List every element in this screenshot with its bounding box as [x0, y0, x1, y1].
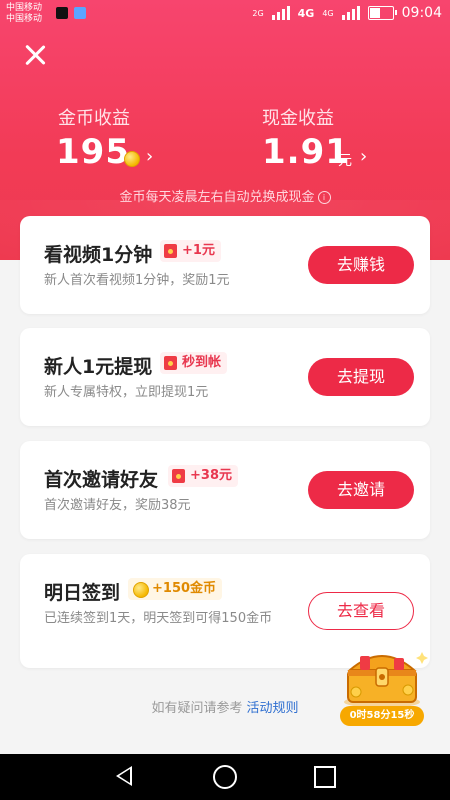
coin-icon [133, 582, 149, 598]
treasure-chest-icon [344, 652, 428, 708]
chest-countdown: 0时58分15秒 [340, 706, 424, 726]
coins-chevron-icon[interactable]: › [146, 146, 153, 167]
carrier-info: 中国移动 中国移动 [6, 3, 42, 25]
status-bar: 中国移动 中国移动 2G 4G 4G 09:04 [0, 0, 450, 30]
task-subtitle: 首次邀请好友，奖励38元 [44, 498, 191, 513]
cash-value[interactable]: 1.91 [262, 132, 350, 172]
task-subtitle: 新人专属特权，立即提现1元 [44, 385, 209, 400]
reward-tag: +150金币 [128, 578, 223, 600]
network-4g-small: 4G [322, 8, 334, 18]
home-icon[interactable] [213, 765, 237, 789]
rules-link[interactable]: 活动规则 [247, 701, 299, 716]
network-2g: 2G [252, 8, 264, 18]
cash-unit: 元 [338, 153, 352, 169]
earn-button[interactable]: 去赚钱 [308, 246, 414, 284]
system-navbar [0, 754, 450, 800]
reward-tag-text: +1元 [182, 243, 215, 258]
reward-tag-text: +38元 [190, 468, 232, 483]
red-envelope-icon [164, 356, 177, 370]
task-card-watch-video: 看视频1分钟 +1元 新人首次看视频1分钟，奖励1元 去赚钱 [20, 216, 430, 314]
clock-time: 09:04 [401, 5, 442, 21]
coins-value[interactable]: 195 [56, 132, 130, 172]
view-button[interactable]: 去查看 [308, 592, 414, 630]
help-text: 如有疑问请参考 [151, 701, 243, 716]
task-title: 新人1元提现 [44, 356, 153, 378]
recent-apps-icon[interactable] [314, 766, 336, 788]
cash-label: 现金收益 [262, 108, 334, 129]
carrier-2: 中国移动 [6, 14, 43, 24]
task-card-withdraw: 新人1元提现 秒到帐 新人专属特权，立即提现1元 去提现 [20, 328, 430, 426]
task-card-invite: 首次邀请好友 +38元 首次邀请好友，奖励38元 去邀请 [20, 441, 430, 539]
info-icon[interactable]: i [317, 191, 331, 204]
task-subtitle: 新人首次看视频1分钟，奖励1元 [44, 273, 230, 288]
signal-icon-2 [341, 6, 360, 20]
red-envelope-icon [164, 244, 177, 258]
reward-tag-text: 秒到帐 [182, 355, 222, 370]
coins-label: 金币收益 [58, 108, 130, 129]
task-title: 看视频1分钟 [44, 244, 153, 266]
tiktok-icon [56, 7, 68, 19]
task-title: 明日签到 [44, 582, 121, 604]
network-4g: 4G [297, 6, 315, 20]
task-subtitle: 已连续签到1天，明天签到可得150金币 [44, 611, 273, 626]
reward-tag: +38元 [168, 465, 238, 487]
withdraw-button[interactable]: 去提现 [308, 358, 414, 396]
back-icon[interactable] [116, 766, 132, 786]
notification-icons [56, 7, 86, 19]
signal-icon [271, 6, 290, 20]
close-icon[interactable] [20, 40, 50, 70]
exchange-note-text: 金币每天凌晨左右自动兑换成现金 [119, 190, 315, 205]
invite-button[interactable]: 去邀请 [308, 471, 414, 509]
coin-icon [124, 151, 140, 167]
reward-tag-text: +150金币 [152, 581, 217, 596]
reward-tag: +1元 [160, 240, 221, 262]
task-title: 首次邀请好友 [44, 469, 159, 491]
red-envelope-icon [172, 469, 185, 483]
battery-icon [367, 6, 397, 20]
treasure-chest[interactable]: 0时58分15秒 [334, 640, 430, 730]
carrier-1: 中国移动 [6, 3, 43, 13]
cash-chevron-icon[interactable]: › [360, 146, 367, 167]
exchange-note: 金币每天凌晨左右自动兑换成现金 i [0, 186, 450, 205]
reward-tag: 秒到帐 [160, 352, 228, 374]
gallery-icon [74, 7, 86, 19]
system-status: 2G 4G 4G 09:04 [252, 5, 442, 21]
